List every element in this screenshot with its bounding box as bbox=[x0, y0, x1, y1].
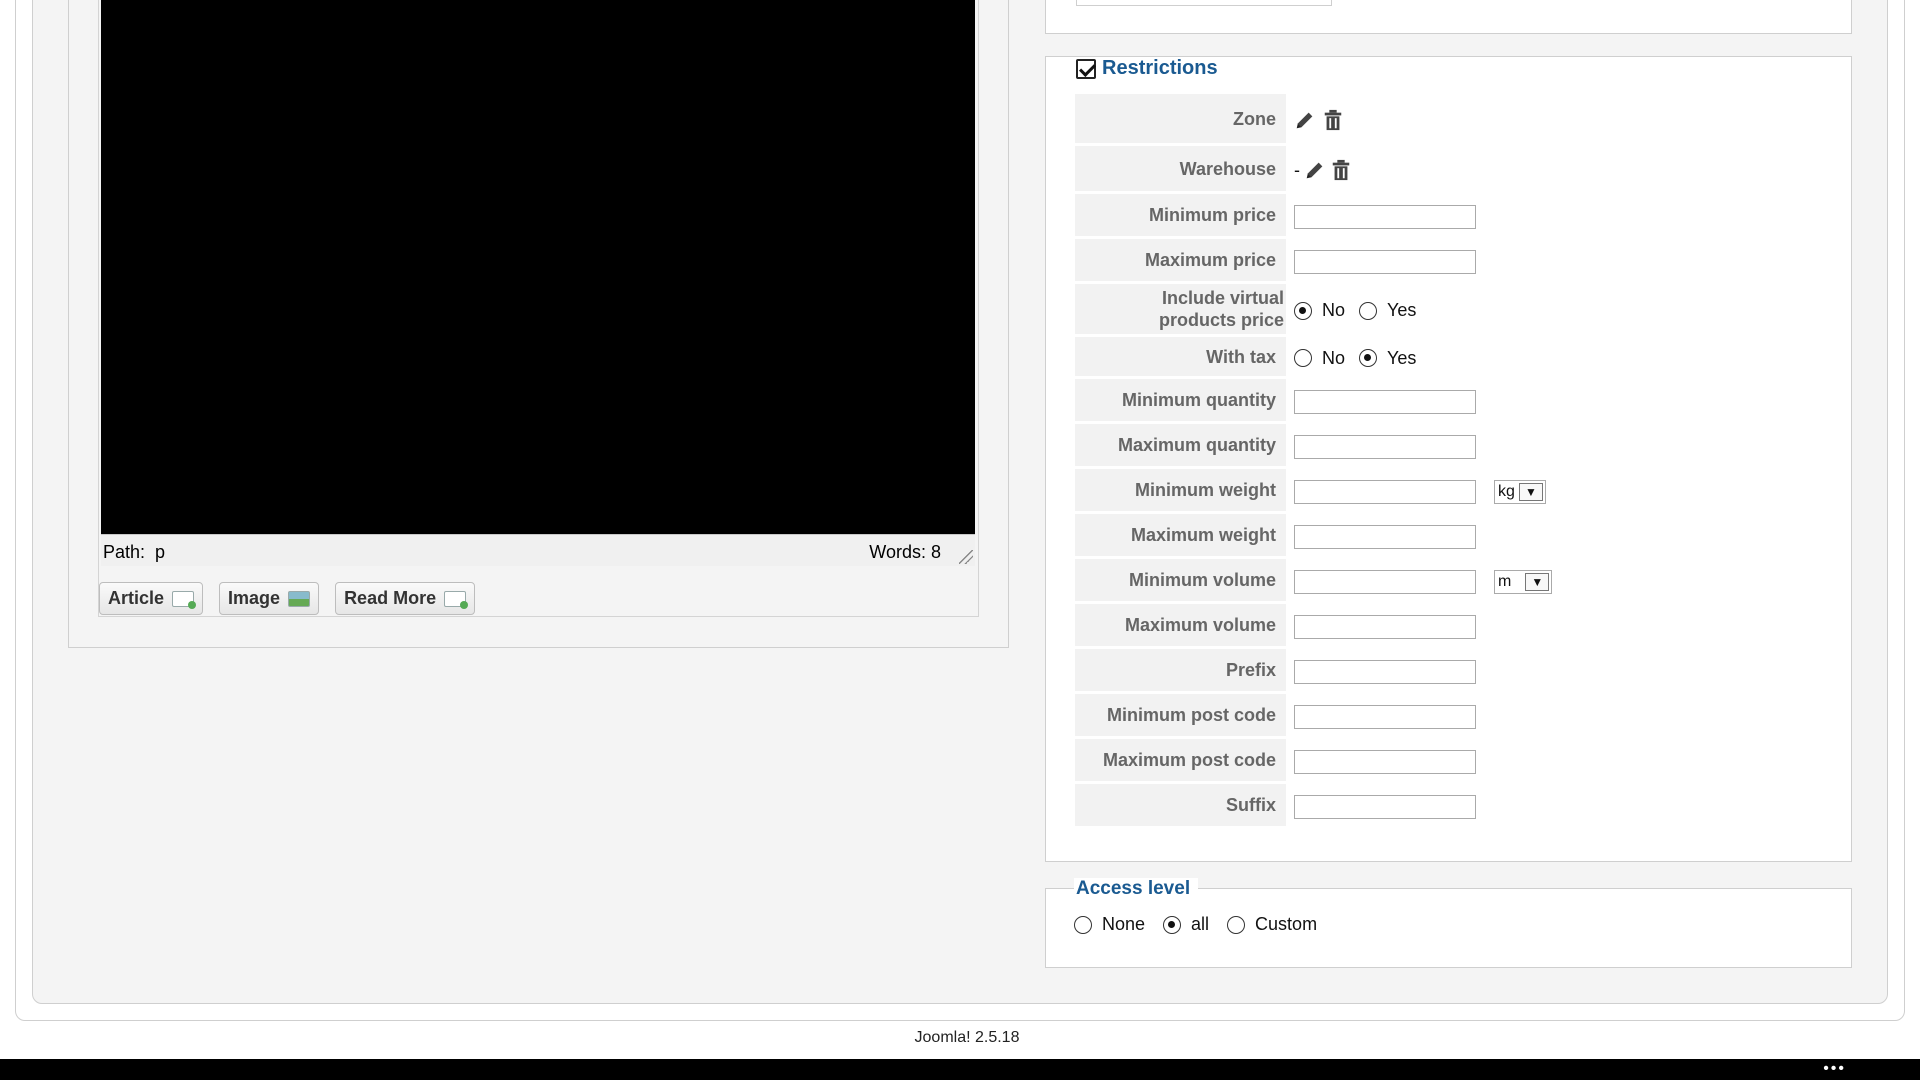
max-post-code-label: Maximum post code bbox=[1075, 739, 1289, 784]
with-tax-no-radio[interactable] bbox=[1294, 349, 1312, 367]
image-icon bbox=[288, 590, 311, 607]
editor-statusbar: Path: p Words: 8 bbox=[101, 534, 975, 566]
editor-path: Path: p bbox=[103, 542, 166, 562]
pencil-icon[interactable] bbox=[1304, 159, 1326, 181]
row-max-quantity: Maximum quantity bbox=[1075, 424, 1615, 469]
joomla-version: Joomla! 2.5.18 bbox=[914, 1029, 1020, 1046]
image-button[interactable]: Image bbox=[219, 582, 320, 615]
restrictions-title: Restrictions bbox=[1102, 57, 1218, 79]
include-virtual-yes-radio[interactable] bbox=[1359, 301, 1378, 320]
include-virtual-label: Include virtual products price bbox=[1075, 284, 1289, 337]
row-min-price: Minimum price bbox=[1075, 194, 1615, 239]
editor-xtd-buttons: Article Image Read More bbox=[99, 582, 476, 615]
zone-label: Zone bbox=[1075, 94, 1289, 146]
previous-field-stub bbox=[1076, 0, 1332, 6]
max-quantity-label: Maximum quantity bbox=[1075, 424, 1289, 469]
min-post-code-input[interactable] bbox=[1294, 704, 1476, 729]
volume-unit-select[interactable]: m ▼ bbox=[1494, 569, 1553, 594]
trash-icon[interactable] bbox=[1330, 159, 1352, 181]
warehouse-value: - bbox=[1294, 159, 1300, 180]
suffix-label: Suffix bbox=[1075, 784, 1289, 829]
prefix-input[interactable] bbox=[1294, 659, 1476, 684]
word-count: Words: 8 bbox=[869, 542, 941, 562]
previous-fieldset bbox=[1045, 0, 1852, 34]
max-weight-label: Maximum weight bbox=[1075, 514, 1289, 559]
access-custom-radio[interactable] bbox=[1227, 915, 1246, 934]
row-include-virtual: Include virtual products price No Yes bbox=[1075, 284, 1615, 337]
suffix-input[interactable] bbox=[1294, 794, 1476, 819]
restrictions-legend: Restrictions bbox=[1074, 57, 1226, 80]
row-min-weight: Minimum weight kg ▼ bbox=[1075, 469, 1615, 514]
with-tax-yes-radio[interactable] bbox=[1359, 349, 1378, 367]
restrictions-checkbox[interactable] bbox=[1076, 58, 1096, 79]
readmore-add-icon bbox=[444, 590, 469, 609]
max-price-label: Maximum price bbox=[1075, 239, 1289, 284]
min-price-input[interactable] bbox=[1294, 204, 1476, 229]
readmore-button[interactable]: Read More bbox=[335, 582, 476, 615]
row-min-volume: Minimum volume m ▼ bbox=[1075, 559, 1615, 604]
restrictions-table: Zone Warehouse - Minimum price Maximum p… bbox=[1075, 94, 1615, 829]
prefix-label: Prefix bbox=[1075, 649, 1289, 694]
row-prefix: Prefix bbox=[1075, 649, 1615, 694]
wysiwyg-editor-area[interactable] bbox=[101, 0, 975, 534]
editor-path-element[interactable]: p bbox=[155, 542, 165, 562]
max-post-code-input[interactable] bbox=[1294, 749, 1476, 774]
min-quantity-input[interactable] bbox=[1294, 389, 1476, 414]
article-add-icon bbox=[172, 590, 197, 609]
min-quantity-label: Minimum quantity bbox=[1075, 379, 1289, 424]
access-all-radio[interactable] bbox=[1163, 915, 1182, 934]
row-max-volume: Maximum volume bbox=[1075, 604, 1615, 649]
max-quantity-input[interactable] bbox=[1294, 434, 1476, 459]
pencil-icon[interactable] bbox=[1294, 109, 1316, 131]
min-volume-label: Minimum volume bbox=[1075, 559, 1289, 604]
warehouse-label: Warehouse bbox=[1075, 146, 1289, 194]
max-price-input[interactable] bbox=[1294, 249, 1476, 274]
row-max-post-code: Maximum post code bbox=[1075, 739, 1615, 784]
row-max-weight: Maximum weight bbox=[1075, 514, 1615, 559]
include-virtual-no-radio[interactable] bbox=[1294, 301, 1312, 320]
max-weight-input[interactable] bbox=[1294, 524, 1476, 549]
chevron-down-icon: ▼ bbox=[1518, 482, 1543, 501]
row-warehouse: Warehouse - bbox=[1075, 146, 1615, 194]
article-button[interactable]: Article bbox=[99, 582, 204, 615]
min-post-code-label: Minimum post code bbox=[1075, 694, 1289, 739]
max-volume-input[interactable] bbox=[1294, 614, 1476, 639]
more-menu-icon[interactable]: ••• bbox=[1823, 1060, 1846, 1078]
row-zone: Zone bbox=[1075, 94, 1615, 146]
row-max-price: Maximum price bbox=[1075, 239, 1615, 284]
min-volume-input[interactable] bbox=[1294, 569, 1476, 594]
access-level-options: None all Custom bbox=[1074, 914, 1325, 935]
access-level-legend: Access level bbox=[1074, 878, 1199, 900]
trash-icon[interactable] bbox=[1322, 109, 1344, 131]
row-min-quantity: Minimum quantity bbox=[1075, 379, 1615, 424]
row-suffix: Suffix bbox=[1075, 784, 1615, 829]
min-weight-label: Minimum weight bbox=[1075, 469, 1289, 514]
weight-unit-select[interactable]: kg ▼ bbox=[1494, 479, 1546, 504]
taskbar: ••• bbox=[0, 1059, 1920, 1080]
min-price-label: Minimum price bbox=[1075, 194, 1289, 239]
access-none-radio[interactable] bbox=[1074, 915, 1092, 934]
chevron-down-icon: ▼ bbox=[1525, 572, 1550, 591]
max-volume-label: Maximum volume bbox=[1075, 604, 1289, 649]
resize-handle-icon[interactable] bbox=[959, 550, 973, 564]
row-min-post-code: Minimum post code bbox=[1075, 694, 1615, 739]
with-tax-label: With tax bbox=[1075, 337, 1289, 379]
row-with-tax: With tax No Yes bbox=[1075, 337, 1615, 379]
min-weight-input[interactable] bbox=[1294, 479, 1476, 504]
